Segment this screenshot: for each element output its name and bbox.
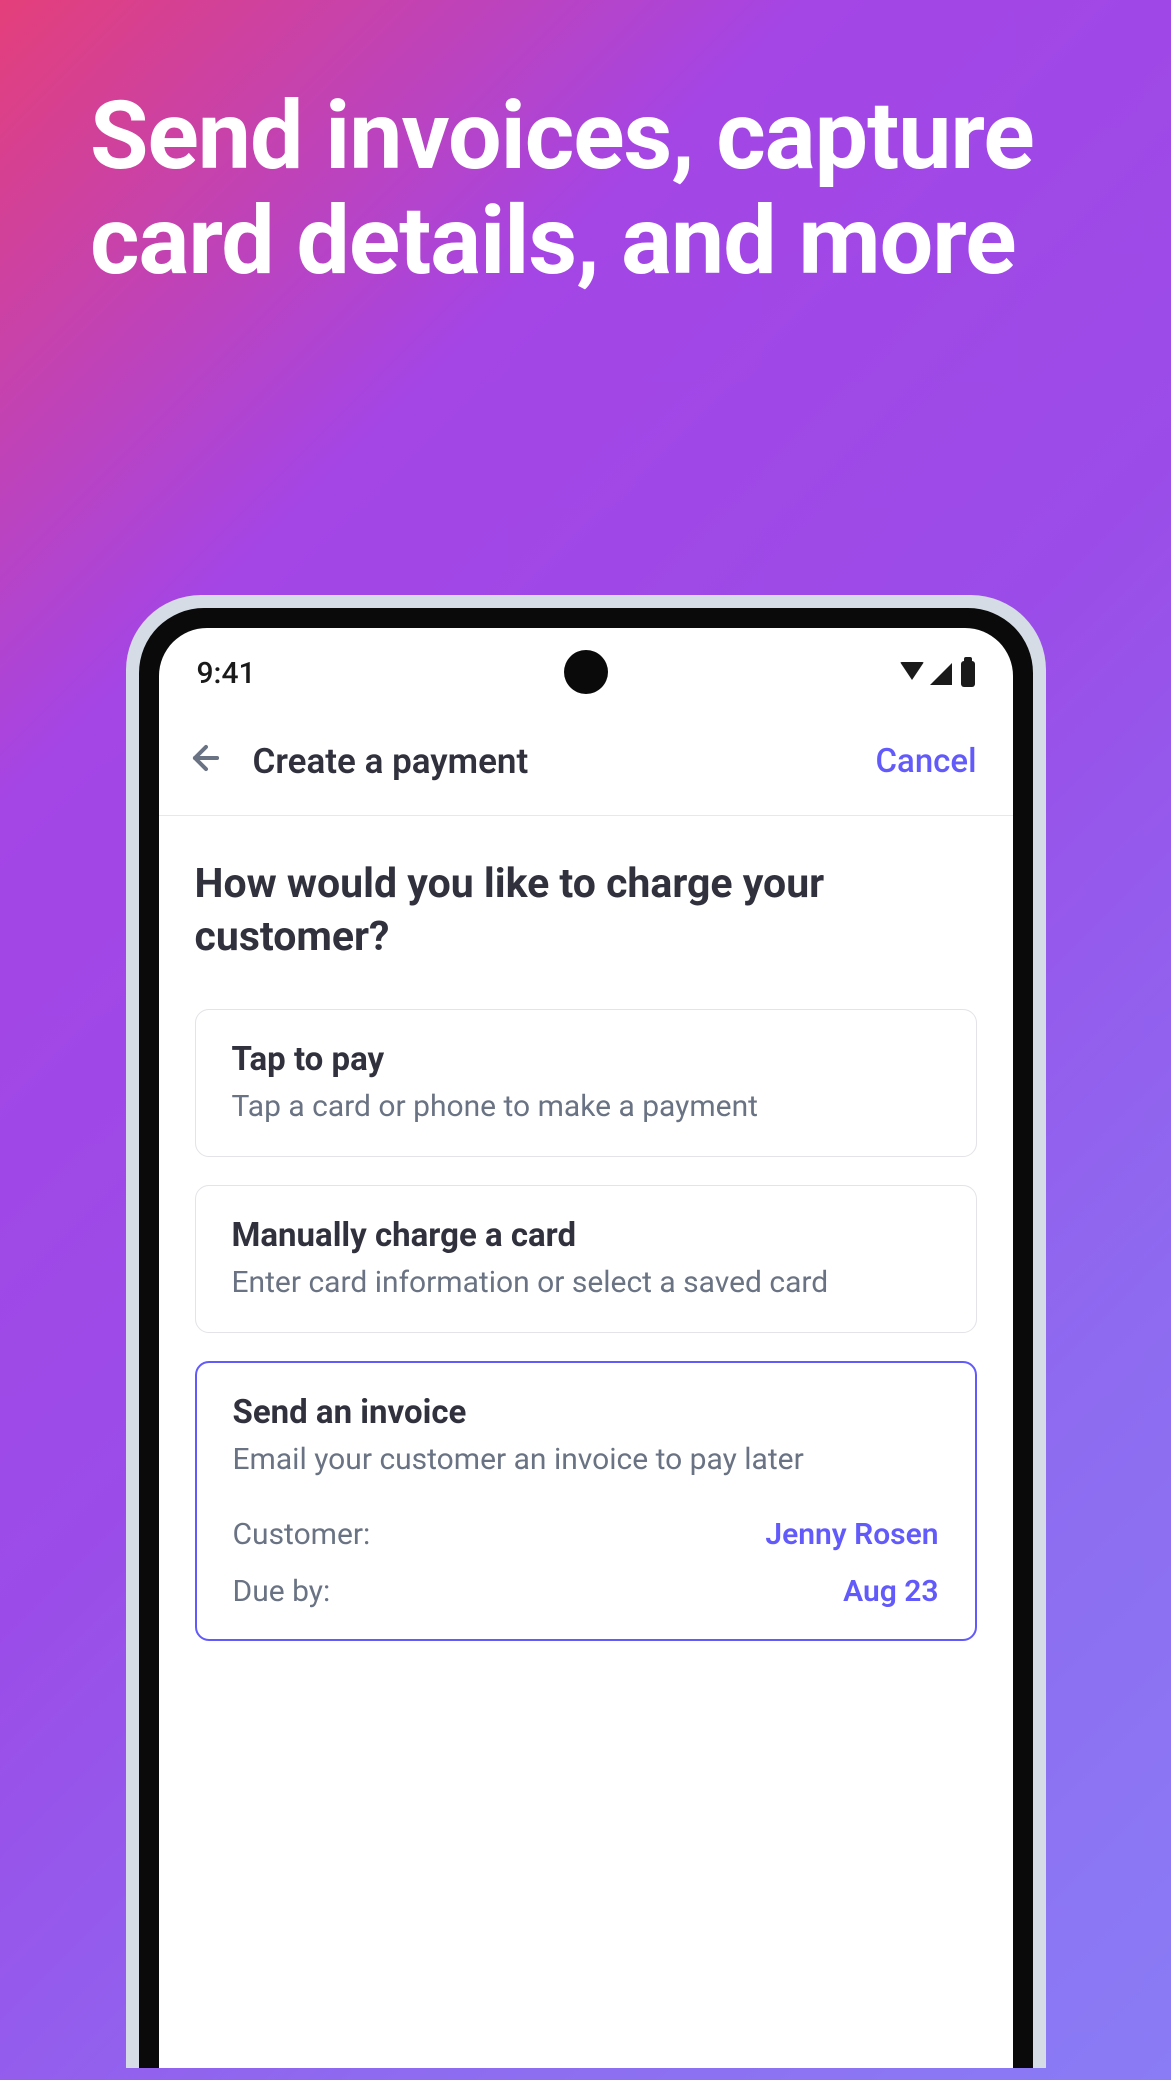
page-title: Create a payment [253, 741, 529, 782]
option-tap-to-pay[interactable]: Tap to pay Tap a card or phone to make a… [195, 1009, 977, 1157]
option-send-invoice[interactable]: Send an invoice Email your customer an i… [195, 1361, 977, 1641]
phone-frame: 9:41 [126, 595, 1046, 2068]
option-title: Send an invoice [233, 1393, 939, 1432]
due-value: Aug 23 [843, 1574, 938, 1609]
app-header: Create a payment Cancel [159, 709, 1013, 816]
customer-label: Customer: [233, 1517, 371, 1552]
invoice-details: Customer: Jenny Rosen Due by: Aug 23 [233, 1517, 939, 1609]
signal-icon [930, 663, 952, 685]
hero-headline: Send invoices, capture card details, and… [0, 0, 1171, 294]
camera-notch [564, 650, 608, 694]
cancel-button[interactable]: Cancel [875, 742, 976, 781]
customer-value: Jenny Rosen [765, 1517, 938, 1552]
wifi-icon [900, 662, 924, 680]
phone-mockup: 9:41 [126, 595, 1046, 2068]
option-title: Manually charge a card [232, 1216, 940, 1255]
battery-icon [961, 661, 975, 687]
option-title: Tap to pay [232, 1040, 940, 1079]
status-time: 9:41 [197, 656, 256, 691]
due-label: Due by: [233, 1574, 331, 1609]
phone-bezel: 9:41 [139, 608, 1033, 2068]
option-subtitle: Email your customer an invoice to pay la… [233, 1440, 939, 1479]
status-bar: 9:41 [159, 628, 1013, 709]
option-subtitle: Enter card information or select a saved… [232, 1263, 940, 1302]
content-question: How would you like to charge your custom… [195, 858, 977, 965]
option-subtitle: Tap a card or phone to make a payment [232, 1087, 940, 1126]
option-manual-charge[interactable]: Manually charge a card Enter card inform… [195, 1185, 977, 1333]
phone-screen: 9:41 [159, 628, 1013, 2068]
status-icons [900, 661, 975, 687]
header-left: Create a payment [187, 739, 529, 783]
content-area: How would you like to charge your custom… [159, 816, 1013, 1711]
due-by-row[interactable]: Due by: Aug 23 [233, 1574, 939, 1609]
back-arrow-icon[interactable] [187, 739, 225, 783]
customer-row[interactable]: Customer: Jenny Rosen [233, 1517, 939, 1552]
